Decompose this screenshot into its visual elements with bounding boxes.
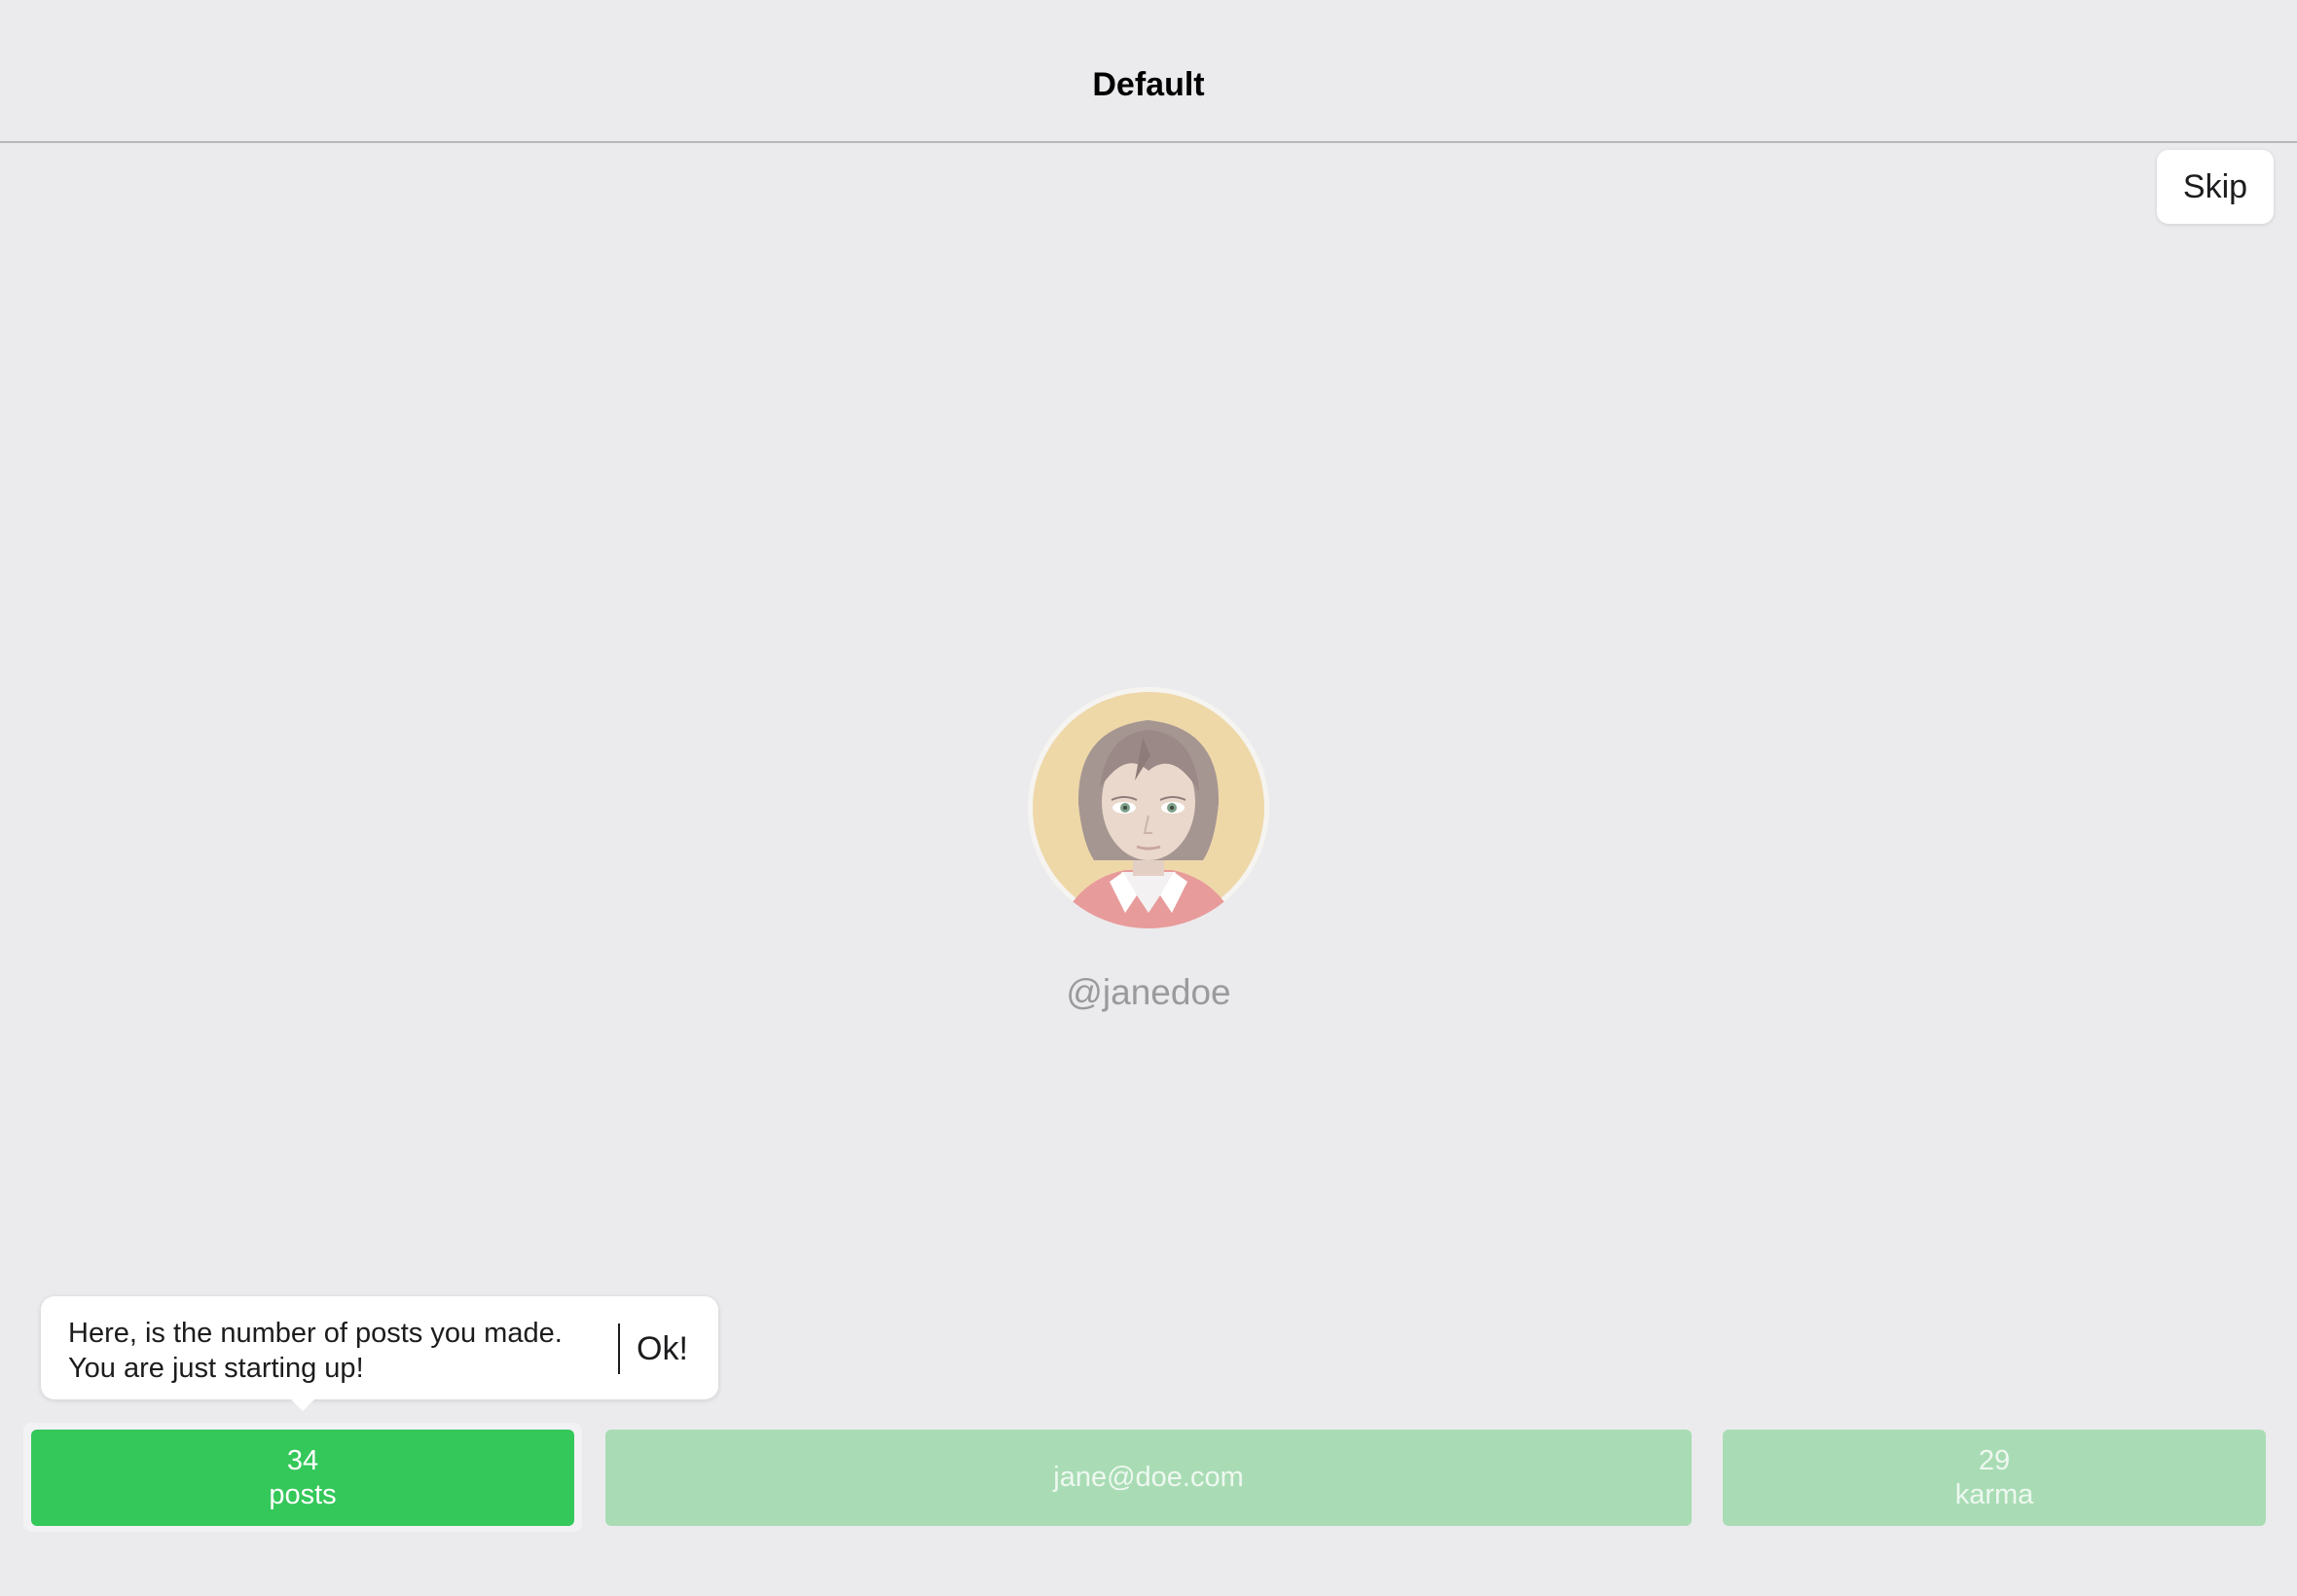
- tooltip-divider: [618, 1324, 620, 1374]
- karma-label: karma: [1954, 1478, 2034, 1510]
- avatar: [1028, 687, 1269, 928]
- ok-button[interactable]: Ok!: [637, 1320, 688, 1378]
- tooltip-line-1: Here, is the number of posts you made.: [68, 1318, 563, 1349]
- tooltip-message: Here, is the number of posts you made. Y…: [68, 1316, 652, 1386]
- email-label: jane@doe.com: [1053, 1462, 1244, 1493]
- woman-avatar-icon: [1028, 687, 1269, 928]
- posts-label: posts: [269, 1478, 337, 1510]
- username-label: @janedoe: [1066, 972, 1231, 1012]
- karma-count: 29: [1978, 1444, 2011, 1476]
- posts-count: 34: [286, 1444, 319, 1476]
- onboarding-tooltip: Here, is the number of posts you made. Y…: [41, 1296, 718, 1399]
- posts-stat-button[interactable]: 34 posts: [31, 1430, 574, 1526]
- tooltip-line-2: You are just starting up!: [68, 1353, 364, 1384]
- karma-stat-button[interactable]: 29 karma: [1723, 1430, 2266, 1526]
- email-stat-button[interactable]: jane@doe.com: [605, 1430, 1692, 1526]
- page-title: Default: [1092, 66, 1205, 103]
- tooltip-arrow: [289, 1397, 316, 1411]
- skip-button[interactable]: Skip: [2157, 150, 2274, 224]
- navigation-bar: Default: [0, 0, 2297, 143]
